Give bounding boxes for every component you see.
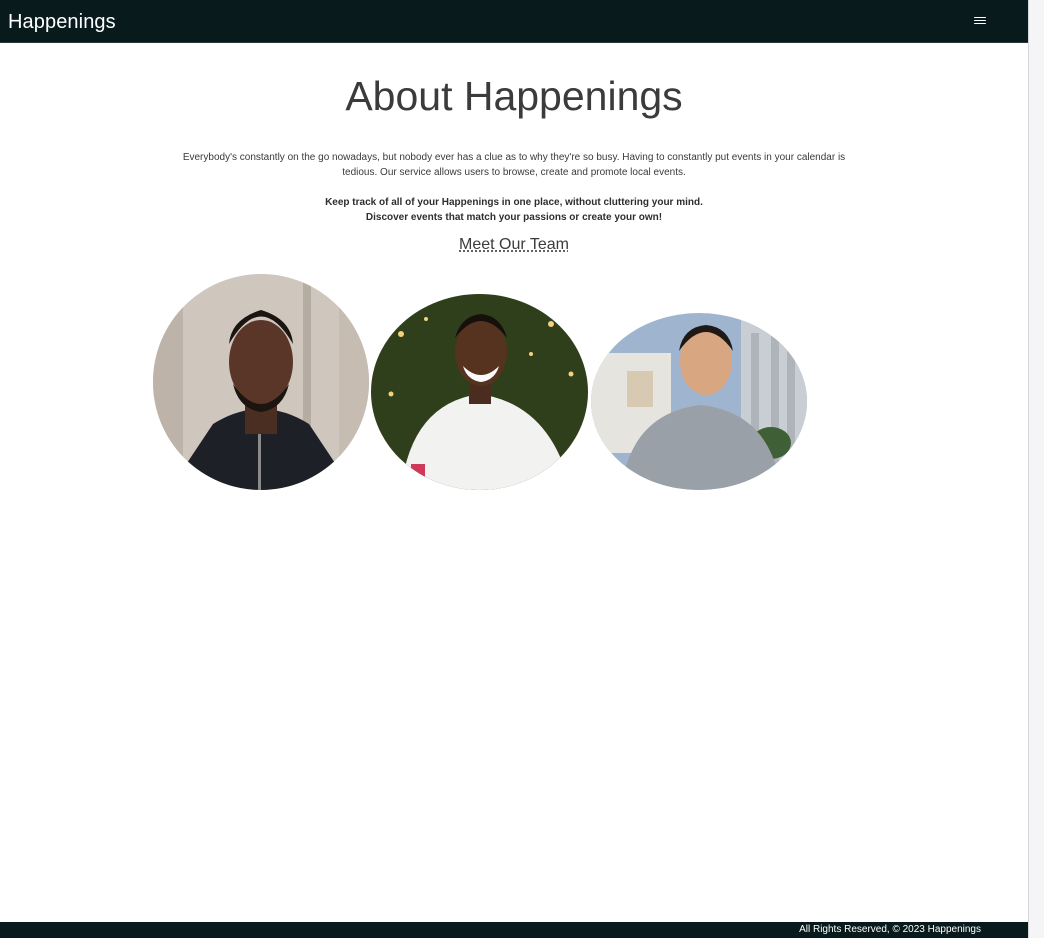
intro-paragraph: Everybody's constantly on the go nowaday… (182, 152, 846, 178)
tagline-line-2: Discover events that match your passions… (365, 212, 663, 223)
team-member-1-image (153, 274, 369, 490)
team-member-2-photo (371, 294, 588, 490)
brand-logo-link[interactable]: Happenings (8, 10, 116, 34)
window-edge (1028, 0, 1044, 938)
navbar: Happenings (0, 0, 1028, 43)
footer-copyright: All Rights Reserved, © 2023 Happenings (799, 924, 981, 935)
team-heading-text: Meet Our Team (459, 236, 569, 253)
page-title: About Happenings (345, 73, 683, 119)
hamburger-menu-icon[interactable] (968, 11, 992, 31)
footer: All Rights Reserved, © 2023 Happenings (0, 922, 1028, 938)
page: Happenings About Happenings Everybody's … (0, 0, 1028, 938)
team-member-2-image (371, 294, 588, 490)
team-member-1-photo (153, 274, 369, 490)
tagline: Keep track of all of your Happenings in … (0, 195, 1028, 225)
team-heading: Meet Our Team (0, 235, 1028, 255)
tagline-line-1: Keep track of all of your Happenings in … (325, 197, 703, 208)
team-member-3-photo (591, 313, 807, 490)
team-member-3-image (591, 313, 807, 490)
